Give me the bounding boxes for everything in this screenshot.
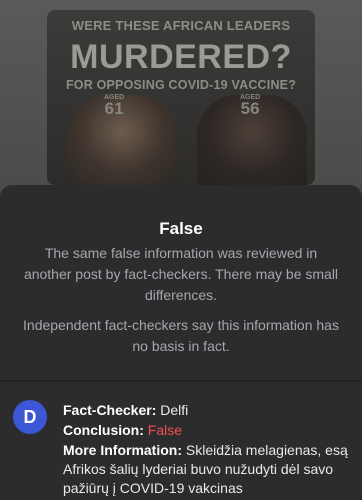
- aged-value: 61: [104, 99, 124, 118]
- conclusion-value: False: [147, 422, 183, 438]
- conclusion-row: Conclusion: False: [63, 421, 353, 440]
- section-divider: [0, 380, 362, 382]
- post-image[interactable]: WERE THESE AFRICAN LEADERS MURDERED? FOR…: [47, 10, 315, 185]
- headline-line3: FOR OPPOSING COVID-19 VACCINE?: [65, 78, 297, 92]
- fact-checker-name[interactable]: Delfi: [160, 402, 188, 418]
- aged-badge-left: AGED 61: [104, 94, 124, 117]
- verdict-title: False: [159, 219, 203, 238]
- fact-checker-label: Fact-Checker:: [63, 402, 157, 418]
- headline-main: MURDERED?: [70, 38, 292, 76]
- verdict-description: The same false information was reviewed …: [23, 245, 339, 303]
- headline-line1: WERE THESE AFRICAN LEADERS: [71, 18, 291, 33]
- aged-badge-right: AGED 56: [240, 94, 260, 117]
- aged-value: 56: [240, 99, 260, 118]
- fact-checker-avatar[interactable]: D: [13, 400, 47, 434]
- more-information-label: More Information:: [63, 442, 182, 458]
- fact-checker-row: Fact-Checker: Delfi: [63, 401, 353, 420]
- conclusion-label: Conclusion:: [63, 422, 144, 438]
- verdict-basis: Independent fact-checkers say this infor…: [23, 317, 339, 354]
- more-information-row[interactable]: More Information: Skleidžia melagienas, …: [63, 441, 353, 498]
